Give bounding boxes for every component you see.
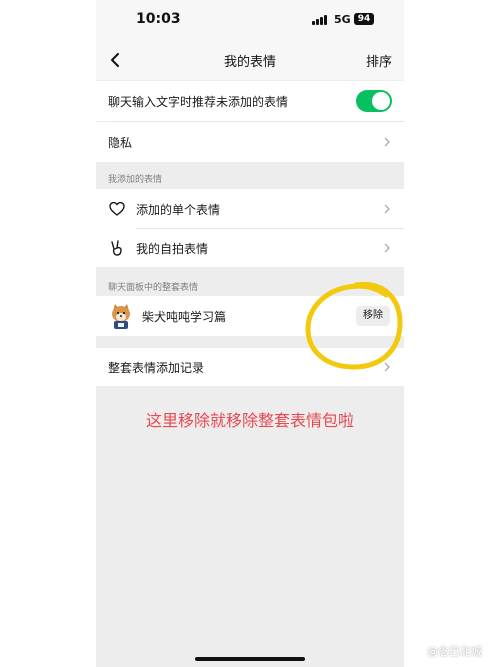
heart-icon xyxy=(109,201,125,216)
annotation-text: 这里移除就移除整套表情包啦 xyxy=(145,411,354,430)
peace-hand-icon xyxy=(111,240,122,256)
chevron-right-icon xyxy=(384,204,391,214)
selfie-emoji-label: 我的自拍表情 xyxy=(136,242,209,256)
watermark: @念已北城 xyxy=(427,645,482,658)
sticker-pack-name: 柴犬吨吨学习篇 xyxy=(142,310,227,324)
privacy-row[interactable]: 隐私 xyxy=(96,122,404,162)
shiba-dog-icon xyxy=(112,304,130,329)
single-emoji-row[interactable]: 添加的单个表情 xyxy=(96,189,404,229)
battery-icon: 94 xyxy=(354,13,374,25)
single-emoji-label: 添加的单个表情 xyxy=(136,203,221,217)
signal-icon xyxy=(312,15,328,25)
network-type: 5G xyxy=(334,13,351,26)
page-title: 我的表情 xyxy=(223,55,276,70)
highlight-circle xyxy=(305,281,403,370)
chevron-right-icon xyxy=(384,243,391,253)
panel-section-header: 聊天面板中的整套表情 xyxy=(108,283,199,293)
recommend-row[interactable]: 聊天输入文字时推荐未添加的表情 xyxy=(96,81,404,122)
nav-bar: 我的表情 排序 xyxy=(96,40,404,80)
sort-button[interactable]: 排序 xyxy=(366,51,392,70)
history-label: 整套表情添加记录 xyxy=(108,361,205,375)
status-time: 10:03 xyxy=(136,11,181,27)
chevron-right-icon xyxy=(384,137,391,147)
privacy-label: 隐私 xyxy=(108,136,133,150)
phone-screen: 10:03 5G 94 我的表情 排序 聊天输入文字时推荐未添加的表情 隐私 我… xyxy=(96,0,404,667)
recommend-label: 聊天输入文字时推荐未添加的表情 xyxy=(108,95,289,109)
selfie-emoji-row[interactable]: 我的自拍表情 xyxy=(96,229,404,267)
home-indicator xyxy=(195,657,305,661)
recommend-toggle[interactable] xyxy=(356,90,392,112)
status-bar: 10:03 5G 94 xyxy=(96,0,404,40)
added-section-header: 我添加的表情 xyxy=(108,175,163,185)
toggle-knob xyxy=(372,92,390,110)
